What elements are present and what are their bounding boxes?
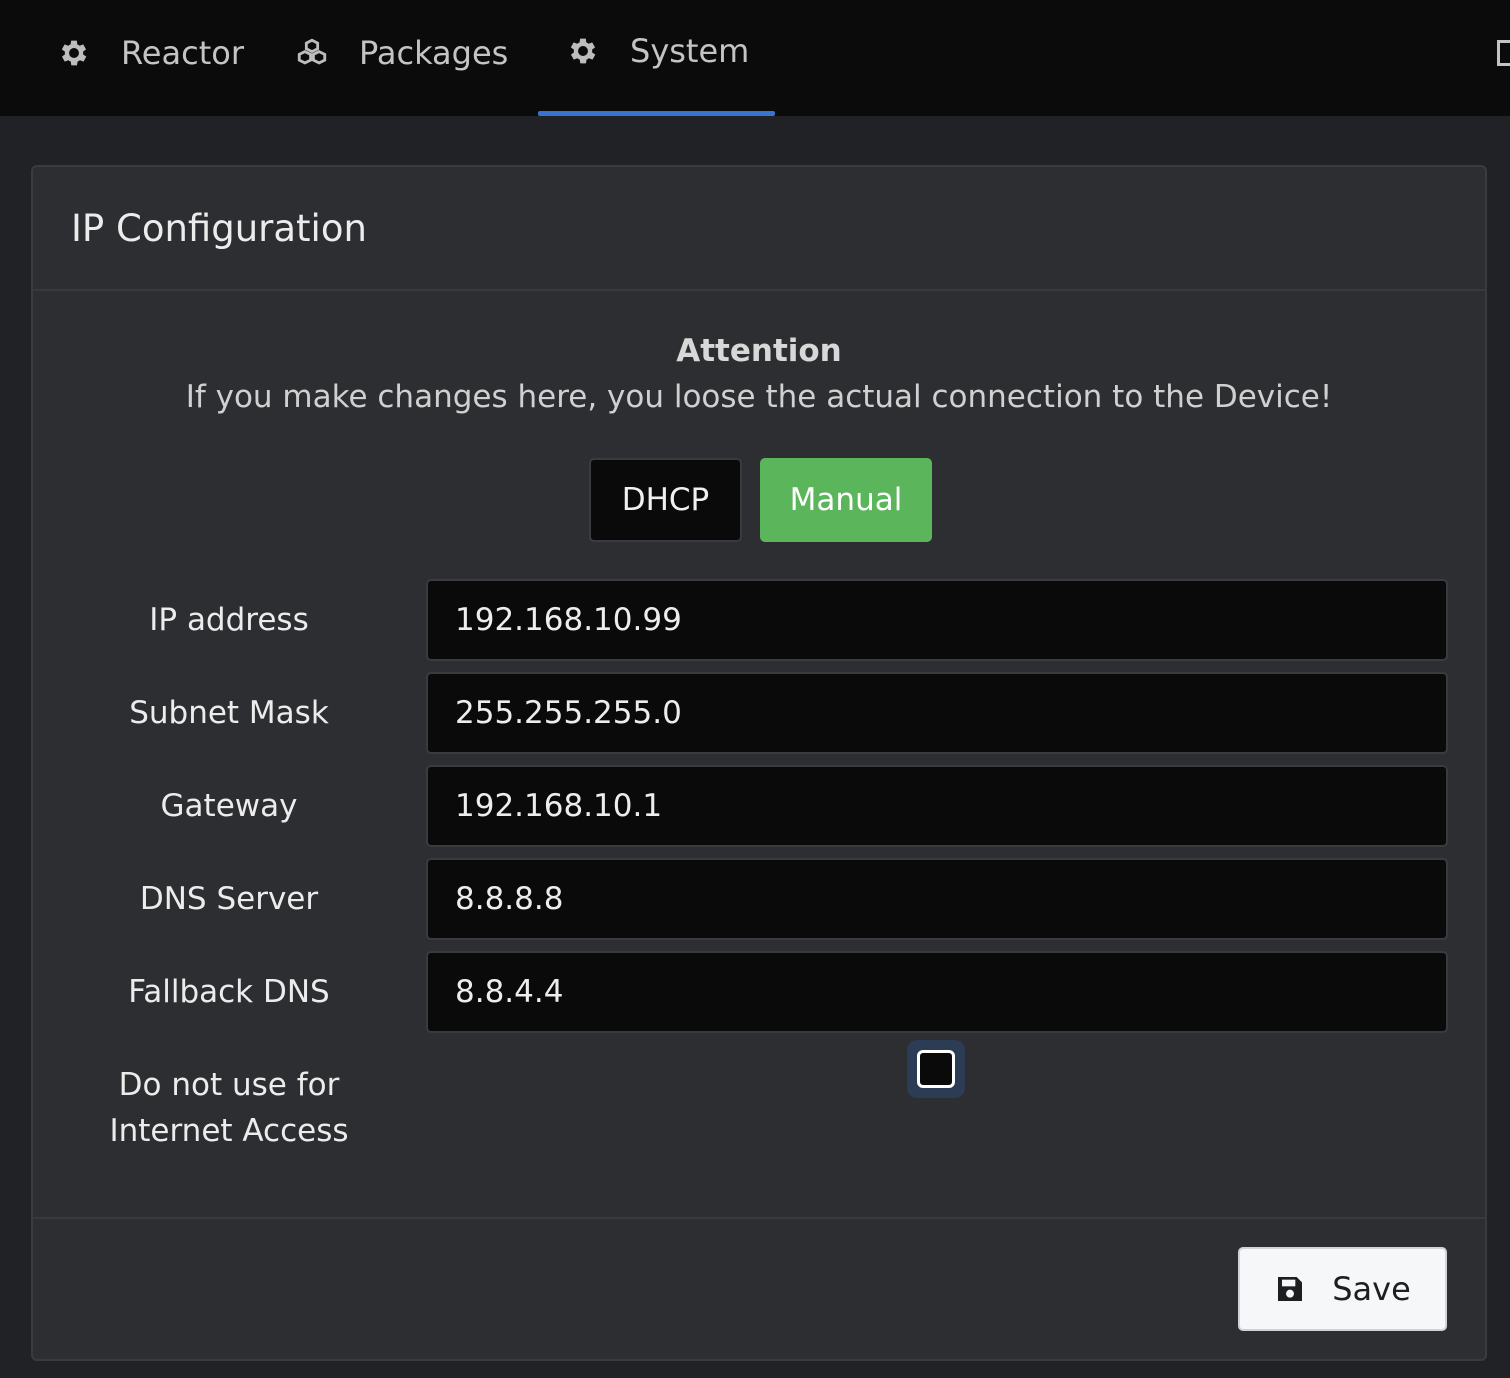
fallback-dns-input[interactable]: [426, 951, 1448, 1033]
dns-server-label: DNS Server: [139, 881, 319, 917]
tab-reactor[interactable]: Reactor: [57, 0, 244, 116]
active-tab-indicator: [538, 111, 775, 116]
attention-text: If you make changes here, you loose the …: [185, 379, 1333, 415]
floppy-disk-icon: [1274, 1273, 1306, 1305]
ip-address-row: IP address: [33, 579, 1485, 661]
checkbox-box: [917, 1050, 955, 1088]
save-button-label: Save: [1332, 1270, 1411, 1308]
ip-address-label: IP address: [149, 602, 309, 638]
cubes-icon: [295, 36, 329, 70]
dhcp-button[interactable]: DHCP: [589, 458, 742, 542]
subnet-mask-row: Subnet Mask: [33, 672, 1485, 754]
card-title: IP Configuration: [71, 206, 367, 250]
subnet-mask-input[interactable]: [426, 672, 1448, 754]
gateway-input[interactable]: [426, 765, 1448, 847]
no-internet-row: Do not use for Internet Access: [33, 1040, 1485, 1162]
top-navigation: Reactor Packages System: [0, 0, 1510, 116]
tab-system-label: System: [630, 32, 750, 70]
manual-button[interactable]: Manual: [760, 458, 932, 542]
no-internet-checkbox[interactable]: [907, 1040, 965, 1098]
gateway-row: Gateway: [33, 765, 1485, 847]
no-internet-label: Do not use for Internet Access: [109, 1067, 349, 1149]
ip-configuration-card: IP Configuration Attention If you make c…: [31, 165, 1487, 1361]
nav-overflow-item[interactable]: [1497, 40, 1510, 66]
dns-server-input[interactable]: [426, 858, 1448, 940]
tab-system[interactable]: System: [538, 0, 775, 116]
tab-reactor-label: Reactor: [121, 34, 244, 72]
save-button[interactable]: Save: [1238, 1247, 1447, 1331]
gear-icon: [566, 34, 600, 68]
mode-button-group: DHCP Manual: [33, 458, 1485, 542]
card-header: IP Configuration: [33, 167, 1485, 291]
card-footer: Save: [33, 1217, 1485, 1359]
tab-packages-label: Packages: [359, 34, 509, 72]
tab-packages[interactable]: Packages: [295, 0, 508, 116]
attention-title: Attention: [676, 333, 842, 369]
ip-address-input[interactable]: [426, 579, 1448, 661]
fallback-dns-label: Fallback DNS: [128, 974, 330, 1010]
dns-server-row: DNS Server: [33, 858, 1485, 940]
gateway-label: Gateway: [160, 788, 298, 824]
subnet-mask-label: Subnet Mask: [129, 695, 329, 731]
gear-icon: [57, 36, 91, 70]
fallback-dns-row: Fallback DNS: [33, 951, 1485, 1033]
